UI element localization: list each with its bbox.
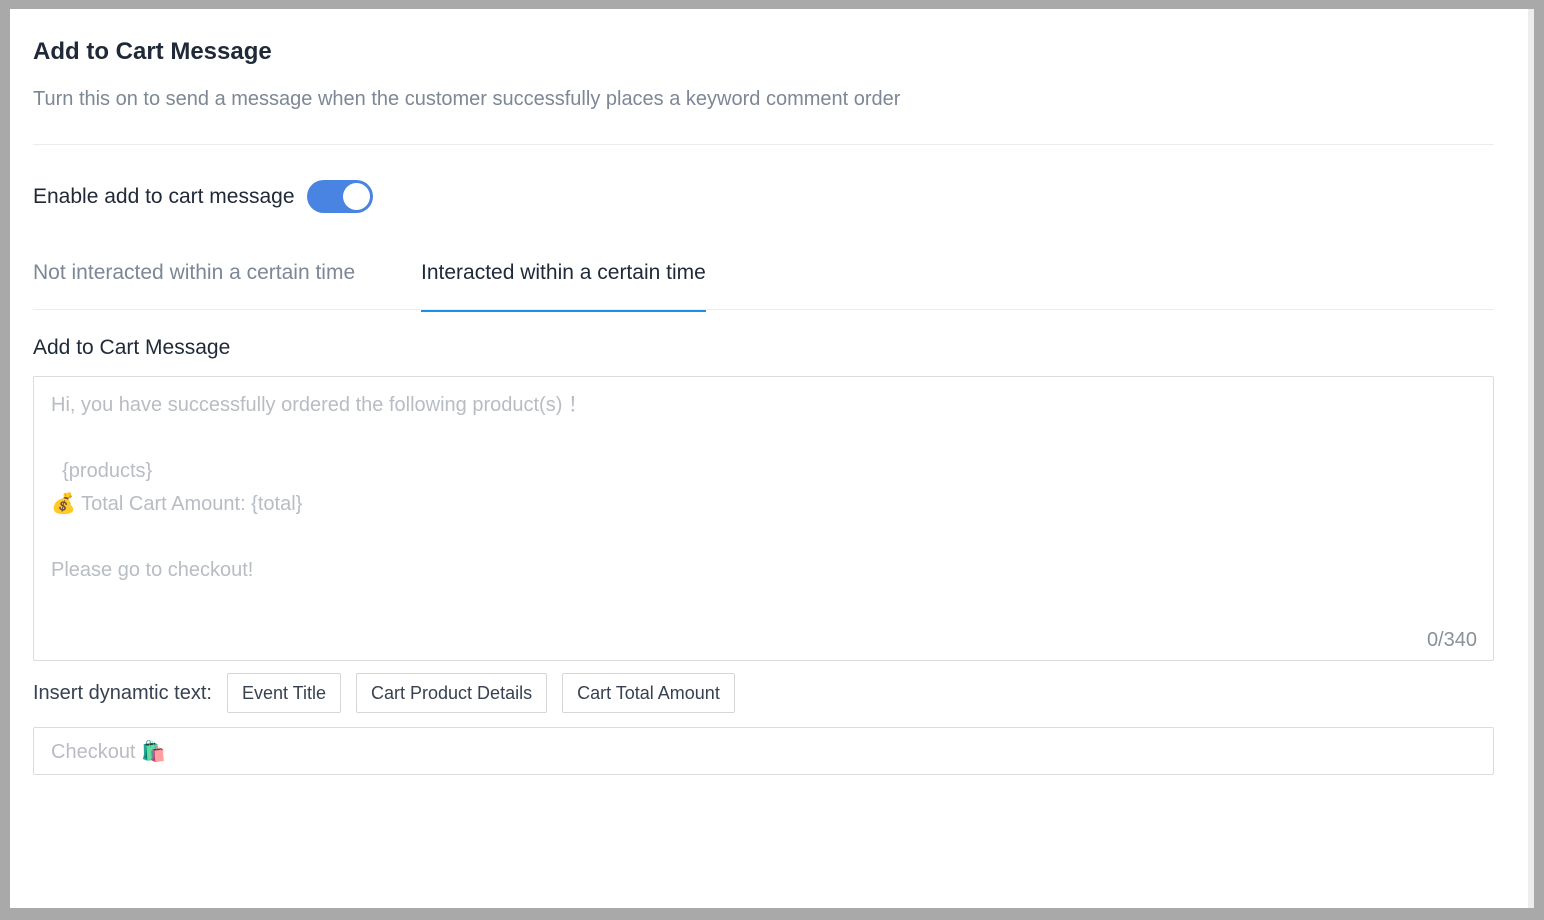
checkout-placeholder: Checkout 🛍️ <box>51 741 166 763</box>
tab-not-interacted[interactable]: Not interacted within a certain time <box>33 261 355 299</box>
placeholder-line: ​ <box>51 422 588 455</box>
enable-toggle-row: Enable add to cart message <box>33 180 373 213</box>
insert-cart-product-details-button[interactable]: Cart Product Details <box>356 673 548 713</box>
settings-panel: Add to Cart Message Turn this on to send… <box>10 9 1534 908</box>
tab-not-interacted-label: Not interacted within a certain time <box>33 261 356 284</box>
dynamic-text-row: Insert dynamtic text: Event Title Cart P… <box>33 673 750 713</box>
enable-toggle-label: Enable add to cart message <box>33 184 295 208</box>
message-placeholder: Hi, you have successfully ordered the fo… <box>51 389 588 587</box>
tab-bar: Not interacted within a certain time Int… <box>33 261 1494 312</box>
placeholder-line: ​ <box>51 521 588 554</box>
insert-event-title-button[interactable]: Event Title <box>226 673 342 713</box>
tab-interacted[interactable]: Interacted within a certain time <box>421 261 706 312</box>
scrollbar-track[interactable] <box>1528 9 1534 908</box>
section-divider <box>33 144 1494 145</box>
placeholder-line: 💰 Total Cart Amount: {total} <box>51 493 303 515</box>
checkout-button-text-input[interactable]: Checkout 🛍️ <box>33 727 1494 775</box>
character-counter: 0/340 <box>1426 629 1477 651</box>
dynamic-text-label: Insert dynamtic text: <box>33 681 212 704</box>
enable-add-to-cart-toggle[interactable] <box>306 180 373 213</box>
insert-cart-total-amount-button[interactable]: Cart Total Amount <box>562 673 735 713</box>
section-title: Add to Cart Message <box>33 38 272 65</box>
toggle-knob <box>342 183 370 210</box>
add-to-cart-message-textarea[interactable]: Hi, you have successfully ordered the fo… <box>33 376 1494 661</box>
tab-interacted-label: Interacted within a certain time <box>421 261 706 284</box>
message-field-label: Add to Cart Message <box>33 336 231 359</box>
section-subtitle: Turn this on to send a message when the … <box>33 88 901 110</box>
placeholder-line: Please go to checkout! <box>51 559 254 581</box>
placeholder-line: Hi, you have successfully ordered the fo… <box>51 394 588 416</box>
placeholder-line: {products} <box>51 460 153 482</box>
tab-divider <box>33 309 1494 310</box>
